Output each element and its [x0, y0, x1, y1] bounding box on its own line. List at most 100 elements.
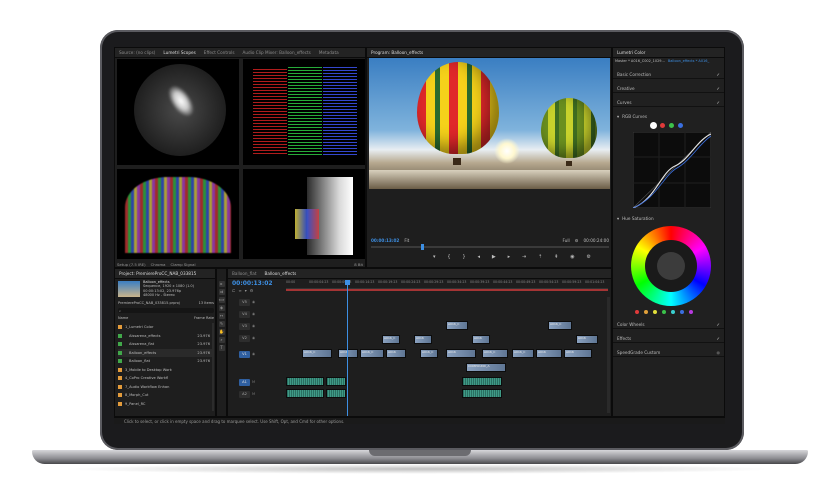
program-playhead-bar[interactable] — [371, 244, 609, 250]
video-clip[interactable]: A016_C — [382, 335, 400, 344]
video-clip[interactable]: A016 — [386, 349, 406, 358]
work-area-bar[interactable] — [286, 289, 608, 291]
tab-source[interactable]: Source: (no clips) — [115, 50, 159, 55]
video-clip[interactable]: A016 — [576, 335, 598, 344]
checkmark-icon[interactable]: ✓ — [716, 336, 720, 341]
tab-balloon-effects[interactable]: Balloon_effects — [260, 271, 300, 276]
cyan-swatch[interactable] — [671, 310, 675, 314]
audio-clip[interactable] — [462, 389, 502, 398]
timeline-playhead[interactable] — [345, 280, 350, 416]
hue-saturation-header[interactable]: ▾ Hue Saturation — [617, 214, 654, 222]
project-item[interactable]: 3_Mobile to Desktop Work — [118, 366, 214, 375]
white-channel-dot[interactable] — [651, 123, 656, 128]
section-effects[interactable]: Effects ✓ — [613, 334, 724, 343]
blue-swatch[interactable] — [680, 310, 684, 314]
red-swatch[interactable] — [635, 310, 639, 314]
tab-lumetri-color[interactable]: Lumetri Color — [613, 50, 649, 55]
selection-tool-icon[interactable]: ▸ — [218, 281, 225, 287]
green-channel-dot[interactable] — [669, 123, 674, 128]
video-clip[interactable]: A016_C — [548, 321, 572, 330]
video-clip[interactable]: COMPOUND_A — [466, 363, 506, 372]
mark-out-icon[interactable]: { — [447, 254, 450, 262]
red-channel-dot[interactable] — [660, 123, 665, 128]
section-color-wheels[interactable]: Color Wheels ✓ — [613, 320, 724, 329]
video-clip[interactable]: A016 — [414, 335, 432, 344]
track-target-toggle[interactable]: V2 — [239, 334, 250, 342]
video-clip[interactable]: A016_C — [482, 349, 508, 358]
name-column-header[interactable]: Name — [118, 316, 128, 320]
toggle-off-icon[interactable]: ● — [716, 350, 720, 355]
eye-icon[interactable]: ◉ — [252, 324, 255, 328]
linked-selection-icon[interactable]: ∞ — [238, 288, 241, 293]
green-swatch[interactable] — [662, 310, 666, 314]
eye-icon[interactable]: ◉ — [252, 300, 255, 304]
setup-toggle[interactable]: Setup (7.5 IRE) — [117, 262, 146, 267]
rgb-curves-header[interactable]: ▾ RGB Curves — [617, 112, 647, 120]
tab-metadata[interactable]: Metadata — [315, 50, 343, 55]
project-item[interactable]: Aissarena_flat 23.976 — [118, 340, 214, 349]
video-clip[interactable]: A016 — [446, 349, 476, 358]
timeline-clip-area[interactable]: A016_C A016 A016_C A016 A016_C A016 A016_C A016… — [286, 297, 608, 415]
zoom-tool-icon[interactable]: ⌕ — [218, 337, 225, 343]
add-marker-icon[interactable]: ▾ — [245, 288, 247, 293]
blue-channel-dot[interactable] — [678, 123, 683, 128]
section-speedgrade-custom[interactable]: SpeedGrade Custom ● — [613, 348, 724, 357]
checkmark-icon[interactable]: ✓ — [716, 100, 720, 105]
sequence-clip-link[interactable]: Balloon_effects * A016_ — [668, 59, 709, 67]
lift-icon[interactable]: ⇡ — [538, 254, 542, 262]
mute-icon[interactable]: M — [252, 380, 255, 384]
video-clip[interactable]: A016 — [564, 349, 592, 358]
track-target-toggle[interactable]: V3 — [239, 322, 250, 330]
checkmark-icon[interactable]: ✓ — [716, 86, 720, 91]
tab-program[interactable]: Program: Balloon_effects — [367, 50, 427, 55]
project-item[interactable]: Aissarena_effects 23.976 — [118, 332, 214, 341]
tab-balloon-flat[interactable]: Balloon_flat — [228, 271, 260, 276]
yellow-swatch[interactable] — [653, 310, 657, 314]
snap-icon[interactable]: ⊏ — [232, 288, 235, 293]
step-forward-icon[interactable]: ▸ — [508, 254, 511, 262]
orange-swatch[interactable] — [644, 310, 648, 314]
ripple-edit-icon[interactable]: ⟺ — [218, 297, 225, 303]
track-target-toggle[interactable]: A1 — [239, 378, 250, 386]
tab-effect-controls[interactable]: Effect Controls — [200, 50, 239, 55]
section-basic-correction[interactable]: Basic Correction ✓ — [613, 70, 724, 79]
chroma-toggle[interactable]: Chroma — [151, 262, 166, 267]
project-search[interactable]: ⌕ — [118, 308, 214, 313]
checkmark-icon[interactable]: ✓ — [716, 72, 720, 77]
program-timecode[interactable]: 00:00:13:02 — [371, 238, 399, 243]
step-back-icon[interactable]: ◂ — [477, 254, 480, 262]
video-clip[interactable]: A016_C — [446, 321, 468, 330]
video-clip[interactable]: A016_C — [360, 349, 384, 358]
mute-icon[interactable]: M — [252, 392, 255, 396]
program-video-frame[interactable] — [369, 58, 610, 189]
go-to-in-icon[interactable]: } — [462, 254, 465, 262]
track-target-toggle[interactable]: A2 — [239, 390, 250, 398]
tab-project[interactable]: Project: PremiereProCC_NAB_033815 — [115, 271, 200, 276]
bit-depth-dropdown[interactable]: 8 Bit — [354, 262, 363, 267]
video-clip[interactable]: A016 — [472, 335, 490, 344]
razor-tool-icon[interactable]: ◈ — [218, 305, 225, 311]
timeline-settings-icon[interactable]: ⚙ — [250, 288, 254, 293]
clamp-signal-toggle[interactable]: Clamp Signal — [171, 262, 196, 267]
tab-lumetri-scopes[interactable]: Lumetri Scopes — [159, 50, 199, 55]
track-select-icon[interactable]: ⇉ — [218, 289, 225, 295]
project-scrollbar[interactable] — [212, 323, 214, 411]
fit-dropdown[interactable]: Fit — [404, 238, 409, 243]
track-target-toggle[interactable]: V5 — [239, 298, 250, 306]
pen-tool-icon[interactable]: ✎ — [218, 321, 225, 327]
go-to-out-icon[interactable]: ⇥ — [522, 254, 526, 262]
hue-saturation-wheel[interactable] — [631, 226, 711, 306]
eye-icon[interactable]: ◉ — [252, 336, 255, 340]
wrench-icon[interactable]: ⚙ — [575, 238, 579, 243]
mark-in-icon[interactable]: ▾ — [433, 254, 436, 262]
type-tool-icon[interactable]: T — [218, 345, 225, 351]
timeline-timecode[interactable]: 00:00:13:02 — [232, 280, 273, 287]
timeline-ruler[interactable]: 00:00 00:00:04:23 00:00:09:23 00:00:14:23 00… — [286, 279, 608, 289]
video-clip[interactable]: A016 — [338, 349, 358, 358]
rgb-curve-graph[interactable] — [633, 132, 711, 208]
section-creative[interactable]: Creative ✓ — [613, 84, 724, 93]
audio-clip[interactable] — [286, 377, 324, 386]
timeline-scrollbar[interactable] — [607, 297, 610, 413]
project-item[interactable]: 7_Audio Workflow Enhan — [118, 383, 214, 392]
slip-tool-icon[interactable]: ↔ — [218, 313, 225, 319]
